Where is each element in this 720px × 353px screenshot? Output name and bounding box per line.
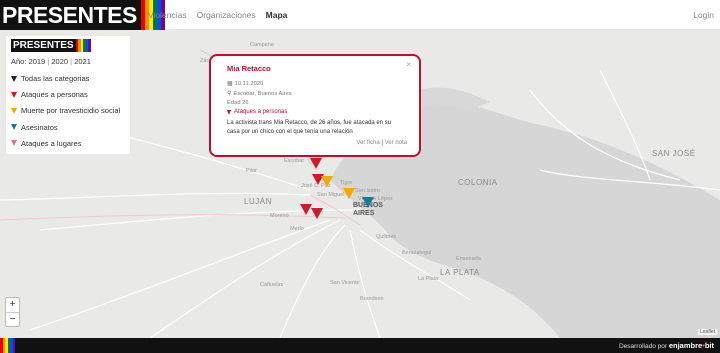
- zoom-in-button[interactable]: +: [6, 298, 19, 312]
- place-label: San Vicente: [330, 280, 360, 286]
- map-attribution[interactable]: Leaflet: [697, 329, 717, 335]
- category-travesticidio-social[interactable]: Muerte por travesticidio social: [11, 104, 125, 117]
- place-label: Merlo: [290, 226, 304, 232]
- panel-brand-name: PRESENTES: [11, 39, 76, 52]
- popup-description: La activista trans Mia Retacco, de 26 añ…: [227, 120, 392, 135]
- place-label: La Plata: [418, 276, 439, 282]
- popup-title: Mia Retacco: [227, 64, 271, 73]
- top-navbar: PRESENTES Violencias Organizaciones Mapa…: [0, 0, 720, 30]
- place-label: LA PLATA: [440, 268, 480, 277]
- triangle-icon: [11, 91, 17, 98]
- enjambrebit-logo[interactable]: enjambre•bit: [669, 341, 714, 350]
- year-2019[interactable]: 2019: [29, 57, 46, 66]
- popup-links: Ver ficha | Ver nota: [356, 140, 407, 146]
- triangle-icon: [11, 107, 17, 114]
- map-marker-ataques-personas[interactable]: [311, 208, 323, 219]
- ver-ficha-link[interactable]: Ver ficha: [356, 140, 379, 146]
- place-label: Berazategui: [402, 250, 432, 256]
- zoom-out-button[interactable]: −: [6, 312, 19, 326]
- place-label: Pilar: [246, 168, 258, 174]
- place-label: Brandsen: [360, 296, 384, 302]
- popup-category: Ataques a personas: [227, 109, 405, 115]
- nav-organizaciones[interactable]: Organizaciones: [197, 10, 256, 20]
- case-popup: × Mia Retacco ▦ 10.11.2020 ⚲ Escobar, Bu…: [209, 54, 421, 157]
- year-2020[interactable]: 2020: [51, 57, 68, 66]
- place-label: Moreno: [270, 213, 289, 219]
- brand-logo[interactable]: PRESENTES: [0, 0, 165, 30]
- nav-mapa[interactable]: Mapa: [266, 10, 288, 20]
- map-marker-ataques-personas[interactable]: [310, 158, 322, 169]
- zoom-control: + −: [5, 297, 20, 327]
- map-marker-travesticidio[interactable]: [321, 176, 333, 187]
- page: PRESENTES Violencias Organizaciones Mapa…: [0, 0, 720, 353]
- popup-age: Edad 26: [227, 100, 249, 106]
- place-label: San Miguel: [317, 192, 345, 198]
- login-link[interactable]: Login: [693, 0, 714, 30]
- panel-brand-logo: PRESENTES: [11, 39, 125, 52]
- category-all[interactable]: Todas las categorias: [11, 72, 125, 85]
- rainbow-flag-icon: [0, 338, 15, 353]
- place-label: Cañuelas: [260, 282, 284, 288]
- place-label: COLONIA: [458, 178, 498, 187]
- place-label: Escobar: [284, 158, 305, 164]
- place-label: Campana: [250, 42, 274, 48]
- place-label: Ensenada: [456, 256, 481, 262]
- filter-panel: PRESENTES Año: 2019 | 2020 | 2021 Todas …: [6, 36, 130, 154]
- popup-date: ▦ 10.11.2020: [227, 80, 264, 88]
- place-label: San Isidro: [355, 188, 380, 194]
- place-label: SAN JOSÉ: [652, 149, 696, 158]
- rainbow-flag-icon: [75, 39, 91, 52]
- map-marker-asesinato[interactable]: [362, 197, 374, 208]
- map-marker-travesticidio[interactable]: [343, 188, 355, 199]
- calendar-icon: ▦: [227, 81, 233, 87]
- year-label: Año:: [11, 57, 27, 66]
- triangle-icon: [11, 124, 17, 131]
- triangle-icon: [11, 75, 17, 82]
- brand-name: PRESENTES: [0, 0, 141, 30]
- footer: Desarrollado por enjambre•bit: [0, 338, 720, 353]
- popup-location: ⚲ Escobar, Buenos Aires: [227, 90, 292, 98]
- place-label: Quilmes: [376, 234, 397, 240]
- category-asesinatos[interactable]: Asesinatos: [11, 121, 125, 134]
- category-ataques-personas[interactable]: Ataques a personas: [11, 88, 125, 101]
- main-nav: Violencias Organizaciones Mapa: [148, 0, 287, 30]
- triangle-icon: [227, 109, 231, 115]
- footer-credit: Desarrollado por enjambre•bit: [618, 341, 714, 350]
- year-filter: Año: 2019 | 2020 | 2021: [11, 57, 91, 66]
- nav-violencias[interactable]: Violencias: [148, 10, 187, 20]
- ver-nota-link[interactable]: Ver nota: [385, 140, 407, 146]
- close-icon[interactable]: ×: [406, 60, 411, 69]
- year-2021[interactable]: 2021: [74, 57, 91, 66]
- category-ataques-lugares[interactable]: Ataques a lugares: [11, 137, 125, 150]
- triangle-icon: [11, 140, 17, 147]
- place-label: LUJÁN: [244, 197, 272, 206]
- location-pin-icon: ⚲: [227, 91, 232, 97]
- place-label: Tigre: [340, 180, 353, 186]
